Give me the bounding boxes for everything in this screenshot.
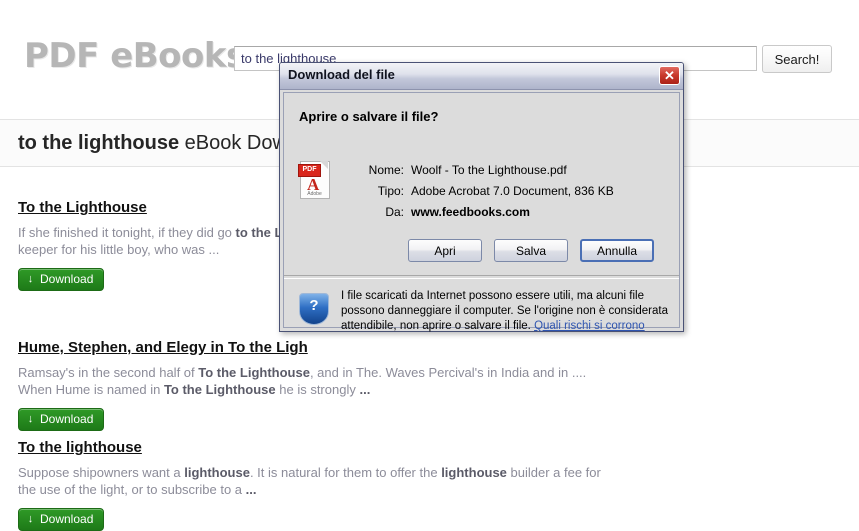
cancel-button[interactable]: Annulla [580, 239, 654, 262]
search-button[interactable]: Search! [762, 45, 832, 73]
save-button[interactable]: Salva [494, 239, 568, 262]
dialog-title: Download del file [288, 67, 395, 82]
file-type-label: Tipo: [377, 184, 404, 198]
site-logo: PDF eBooks [24, 36, 246, 76]
result-title-link[interactable]: Hume, Stephen, and Elegy in To the Ligh [18, 339, 308, 356]
download-button[interactable]: ↓ Download [18, 508, 105, 531]
search-result-item: To the lighthouse Suppose shipowners want… [0, 439, 601, 531]
pdf-adobe-label: Adobe [307, 191, 322, 197]
page-title-query: to the lighthouse [18, 132, 180, 154]
download-button[interactable]: ↓ Download [18, 408, 105, 431]
result-snippet: If she finished it tonight, if they did … [18, 225, 302, 257]
download-button-label: Download [40, 512, 94, 526]
dialog-body: Aprire o salvare il file? A Adobe PDF No… [283, 92, 680, 332]
pdf-tab-label: PDF [298, 164, 321, 177]
result-snippet: Suppose shipowners want a lighthouse. It… [18, 465, 601, 497]
dialog-button-row: Apri Salva Annulla [284, 235, 679, 271]
dialog-titlebar[interactable]: Download del file ✕ [280, 63, 683, 90]
download-button-label: Download [40, 272, 94, 286]
file-name-value: Woolf - To the Lighthouse.pdf [411, 163, 567, 177]
dialog-question: Aprire o salvare il file? [299, 109, 439, 124]
result-title-link[interactable]: To the Lighthouse [18, 199, 147, 216]
file-source-value: www.feedbooks.com [411, 205, 530, 219]
download-file-dialog: Download del file ✕ Aprire o salvare il … [279, 62, 684, 332]
pdf-file-icon: A Adobe PDF [298, 161, 332, 201]
download-button[interactable]: ↓ Download [18, 268, 105, 291]
close-icon[interactable]: ✕ [659, 66, 680, 85]
down-arrow-icon: ↓ [27, 273, 34, 285]
file-type-value: Adobe Acrobat 7.0 Document, 836 KB [411, 184, 614, 198]
dialog-warning-text: I file scaricati da Internet possono ess… [341, 289, 669, 334]
search-result-item: To the Lighthouse If she finished it toni… [0, 199, 302, 291]
result-snippet: Ramsay's in the second half of To the Li… [18, 365, 587, 397]
warning-help-link[interactable]: Quali rischi si corrono [534, 320, 645, 332]
result-title-link[interactable]: To the lighthouse [18, 439, 142, 456]
open-button[interactable]: Apri [408, 239, 482, 262]
down-arrow-icon: ↓ [27, 413, 34, 425]
file-source-label: Da: [385, 205, 404, 219]
dialog-warning-panel: ? I file scaricati da Internet possono e… [284, 279, 679, 332]
shield-question-icon: ? [299, 293, 329, 325]
search-result-item: Hume, Stephen, and Elegy in To the Ligh R… [0, 339, 586, 431]
file-name-label: Nome: [368, 163, 404, 177]
down-arrow-icon: ↓ [27, 513, 34, 525]
page-title: to the lighthouse eBook Downl [18, 132, 303, 155]
shield-glyph: ? [309, 297, 319, 314]
download-button-label: Download [40, 412, 94, 426]
